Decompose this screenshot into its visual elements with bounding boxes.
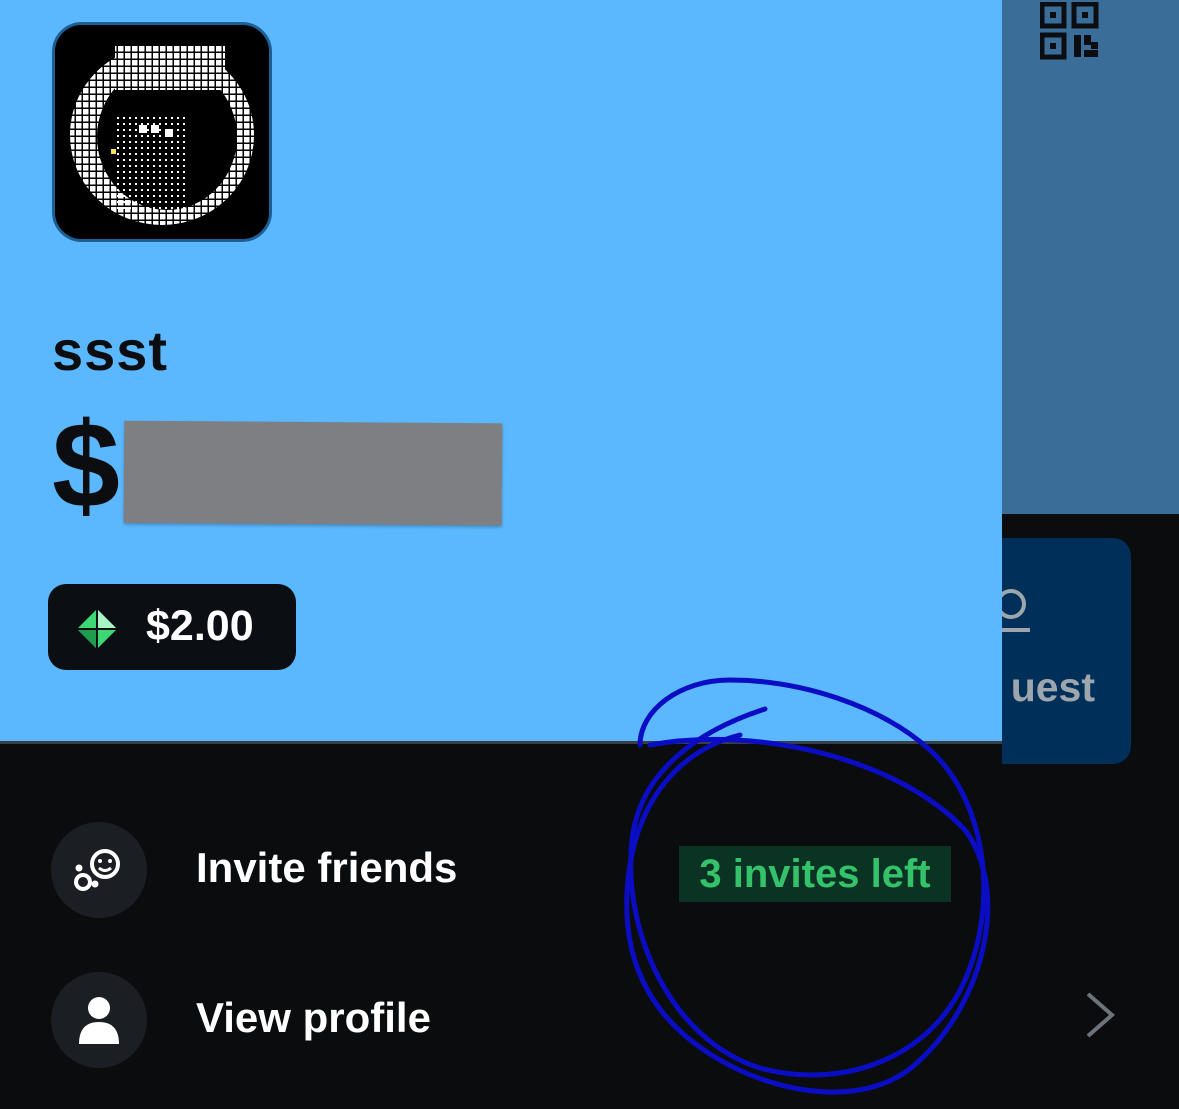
background-app-top (1002, 0, 1179, 514)
profile-header: ssst $ $2.00 (0, 0, 1002, 744)
avatar-image (55, 25, 269, 239)
invite-icon-circle (51, 822, 147, 918)
profile-icon-circle (51, 972, 147, 1068)
cashtag-prefix: $ (52, 397, 120, 533)
qr-code-icon[interactable] (1040, 2, 1100, 60)
profile-drawer: ssst $ $2.00 Invite friends 3 invites le… (0, 0, 1002, 1109)
menu-item-label: View profile (196, 994, 431, 1041)
display-name: ssst (52, 319, 169, 382)
invite-friends-icon (74, 849, 120, 891)
avatar[interactable] (52, 22, 272, 242)
balance-pill[interactable]: $2.00 (48, 584, 296, 670)
diamond-icon (77, 609, 117, 649)
balance-amount: $2.00 (146, 602, 254, 650)
chevron-right-icon[interactable] (1084, 990, 1116, 1040)
cashtag-redaction (123, 420, 503, 526)
menu-item-label: Invite friends (196, 844, 458, 891)
invites-left-badge: 3 invites left (679, 846, 951, 902)
menu-item-invite-friends[interactable]: Invite friends 3 invites left (0, 822, 1002, 932)
person-icon (79, 997, 119, 1044)
menu-item-view-profile[interactable]: View profile (0, 972, 1002, 1082)
